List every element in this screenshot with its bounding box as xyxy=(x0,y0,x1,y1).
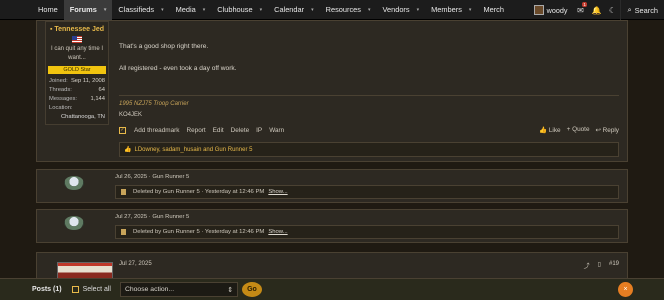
show-link[interactable]: Show... xyxy=(268,229,287,235)
select-post-checkbox[interactable]: ✓ xyxy=(119,126,126,134)
chevron-down-icon[interactable]: ▾ xyxy=(311,7,314,13)
chevron-down-icon[interactable]: ▾ xyxy=(469,7,472,13)
signature-divider xyxy=(119,95,619,96)
chevron-down-icon[interactable]: ▾ xyxy=(260,7,263,13)
trash-icon xyxy=(121,229,126,235)
nav-item-merch[interactable]: Merch xyxy=(477,0,510,20)
nav-item-vendors[interactable]: Vendors ▾ xyxy=(376,0,425,20)
author-title: I can quit any time I want... xyxy=(50,46,104,61)
close-button[interactable]: × xyxy=(618,282,633,297)
post-date[interactable]: Jul 27, 2025 xyxy=(119,261,152,267)
action-add-threadmark[interactable]: Add threadmark xyxy=(134,127,179,134)
username: woody xyxy=(546,5,568,15)
top-navbar: Home Forums ▾ Classifieds ▾ Media ▾ Clubhouse ▾ C… xyxy=(0,0,664,20)
location-label: Location: xyxy=(49,105,73,111)
deleted-notice: Deleted by Gun Runner 5 · Yesterday at 1… xyxy=(115,225,619,239)
reactions-bar[interactable]: 👍 LDowney, sadam_husain and Gun Runner 5 xyxy=(119,142,619,157)
bell-icon[interactable]: 🔔 xyxy=(588,0,604,20)
post-number[interactable]: #19 xyxy=(609,261,619,270)
nav-item-clubhouse[interactable]: Clubhouse ▾ xyxy=(211,0,268,20)
chevron-updown-icon: ⇕ xyxy=(227,286,233,294)
user-avatar xyxy=(533,5,544,15)
nav-item-calendar[interactable]: Calendar ▾ xyxy=(268,0,320,20)
action-dropdown[interactable]: Choose action... ⇕ xyxy=(119,282,238,297)
avatar xyxy=(64,176,84,190)
deleted-text: Deleted by Gun Runner 5 · Yesterday at 1… xyxy=(133,189,265,195)
reply-icon: ↩ xyxy=(595,127,603,134)
share-icon[interactable]: ⤴ xyxy=(584,261,590,270)
action-warn[interactable]: Warn xyxy=(269,127,284,134)
search-button[interactable]: ⌕ Search xyxy=(620,0,664,20)
nav-item-forums[interactable]: Forums ▾ xyxy=(63,0,113,20)
action-quote[interactable]: + Quote xyxy=(567,126,590,134)
actions-right: 👍 Like + Quote ↩ Reply xyxy=(533,126,619,134)
action-reply[interactable]: ↩ Reply xyxy=(596,126,619,134)
user-menu[interactable]: woody xyxy=(529,5,573,15)
nav-item-resources[interactable]: Resources ▾ xyxy=(320,0,377,20)
post-actions: ✓ Add threadmark Report Edit Delete IP Warn 👍… xyxy=(119,126,619,134)
action-like[interactable]: 👍 Like xyxy=(539,126,560,134)
nav-item-classifieds[interactable]: Classifieds ▾ xyxy=(112,0,169,20)
action-ip[interactable]: IP xyxy=(256,127,262,134)
deleted-notice: Deleted by Gun Runner 5 · Yesterday at 1… xyxy=(115,185,619,199)
search-icon: ⌕ xyxy=(627,5,632,14)
select-all[interactable]: Select all xyxy=(71,286,111,293)
nav-item-members[interactable]: Members ▾ xyxy=(425,0,477,20)
inbox-badge: 1 xyxy=(581,2,588,7)
action-delete[interactable]: Delete xyxy=(231,127,249,134)
us-flag-icon xyxy=(72,36,82,43)
avatar xyxy=(64,216,84,230)
message-line-2: All registered - even took a day off wor… xyxy=(119,65,237,72)
deleted-post-1: Jul 26, 2025 · Gun Runner 5 Deleted by G… xyxy=(36,169,628,203)
search-label: Search xyxy=(634,5,658,15)
user-cell: ▪ Tennessee Jed I can quit any time I wa… xyxy=(45,21,109,125)
deleted-meta: Jul 27, 2025 · Gun Runner 5 xyxy=(115,214,190,220)
show-link[interactable]: Show... xyxy=(268,189,287,195)
reactions-text: LDowney, sadam_husain and Gun Runner 5 xyxy=(134,146,253,153)
trash-icon xyxy=(121,189,126,195)
messages-stat: Messages: 1,144 xyxy=(49,96,105,102)
post-content: That's a good shop right there. All regi… xyxy=(119,21,619,163)
chevron-down-icon[interactable]: ▾ xyxy=(368,7,371,13)
nav-item-media[interactable]: Media ▾ xyxy=(170,0,212,20)
author-name[interactable]: ▪ Tennessee Jed xyxy=(46,22,108,33)
like-icon: 👍 xyxy=(539,127,549,134)
posts-count: Posts (1) xyxy=(32,286,62,293)
inline-moderation-bar: Posts (1) Select all Choose action... ⇕ … xyxy=(0,278,664,300)
signature-vehicle: 1995 NZJ75 Troop Carrier xyxy=(119,101,189,107)
go-button[interactable]: Go xyxy=(241,282,262,297)
deleted-text: Deleted by Gun Runner 5 · Yesterday at 1… xyxy=(133,229,265,235)
action-edit[interactable]: Edit xyxy=(213,127,224,134)
gold-star-badge: GOLD Star xyxy=(48,66,106,74)
select-all-checkbox[interactable] xyxy=(71,286,79,293)
moon-icon[interactable]: ☾ xyxy=(604,0,620,20)
actions-left: Add threadmark Report Edit Delete IP Warn xyxy=(134,127,291,134)
message-line-1: That's a good shop right there. xyxy=(119,43,209,50)
action-report[interactable]: Report xyxy=(186,127,205,134)
location-value: Chattanooga, TN xyxy=(60,114,105,120)
chevron-down-icon[interactable]: ▾ xyxy=(203,7,206,13)
post-tennessee-jed: ▪ Tennessee Jed I can quit any time I wa… xyxy=(36,20,628,162)
threads-stat: Threads: 64 xyxy=(49,87,105,93)
signature-callsign: KO4JEK xyxy=(119,112,143,118)
chevron-down-icon[interactable]: ▾ xyxy=(104,7,107,13)
inbox-icon[interactable]: ✉ 1 xyxy=(572,0,588,20)
chevron-down-icon[interactable]: ▾ xyxy=(417,7,420,13)
joined-stat: Joined: Sep 11, 2008 xyxy=(49,78,105,84)
bookmark-icon[interactable]: ▯ xyxy=(598,261,601,270)
nav-item-home[interactable]: Home xyxy=(32,0,64,20)
deleted-post-2: Jul 27, 2025 · Gun Runner 5 Deleted by G… xyxy=(36,209,628,243)
post-tools: ⤴ ▯ #19 xyxy=(584,261,619,270)
deleted-meta: Jul 26, 2025 · Gun Runner 5 xyxy=(115,174,190,180)
like-icon: 👍 xyxy=(124,147,132,153)
nav-right: woody ✉ 1 🔔 ☾ ⌕ Search xyxy=(529,0,664,20)
nav-list: Home Forums ▾ Classifieds ▾ Media ▾ Clubhouse ▾ C… xyxy=(32,0,510,20)
chevron-down-icon[interactable]: ▾ xyxy=(161,7,164,13)
